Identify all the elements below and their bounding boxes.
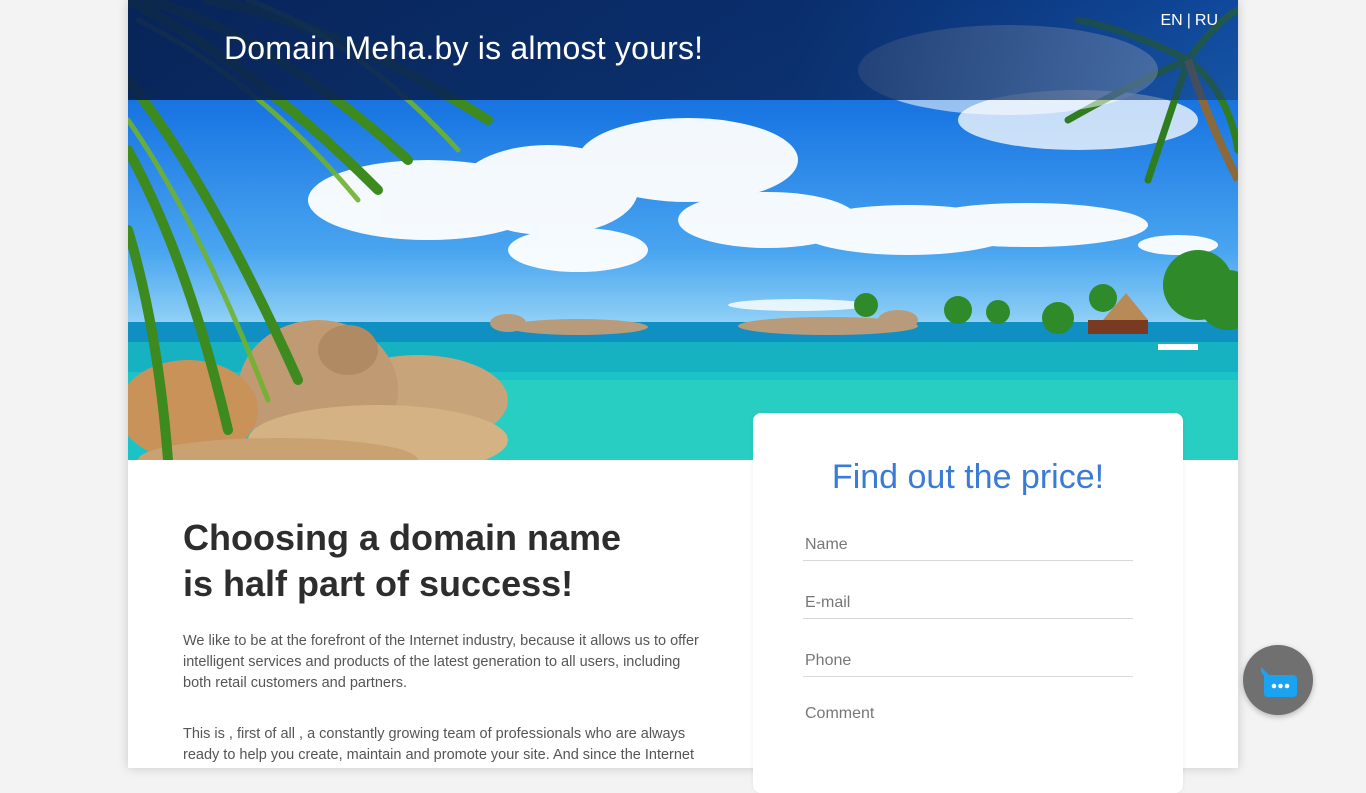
site-title: Domain Meha.by is almost yours!: [224, 30, 704, 66]
intro-section: Choosing a domain name is half part of s…: [183, 515, 703, 768]
comment-textarea[interactable]: [803, 701, 1133, 761]
lang-separator: |: [1186, 12, 1191, 29]
name-input[interactable]: [803, 529, 1133, 561]
intro-paragraph-2: This is , first of all , a constantly gr…: [183, 726, 695, 763]
page-headline: Choosing a domain name is half part of s…: [183, 515, 703, 607]
chat-bubble-icon: [1261, 667, 1297, 697]
language-switcher: EN | RU: [1161, 12, 1219, 30]
intro-paragraph-1: We like to be at the forefront of the In…: [183, 633, 699, 691]
headline-line-1: Choosing a domain name: [183, 517, 622, 558]
header-bar: Domain Meha.by is almost yours! EN | RU: [128, 0, 1238, 100]
email-input[interactable]: [803, 587, 1133, 619]
lang-en-link[interactable]: EN: [1161, 12, 1183, 29]
form-title: Find out the price!: [831, 458, 1105, 496]
phone-input[interactable]: [803, 645, 1133, 677]
chat-widget-button[interactable]: [1243, 645, 1313, 715]
price-form-card: Find out the price!: [753, 413, 1183, 793]
lang-ru-link[interactable]: RU: [1195, 12, 1218, 29]
headline-line-2: is half part of success!: [183, 563, 574, 604]
hero-banner: Domain Meha.by is almost yours! EN | RU: [128, 0, 1238, 460]
